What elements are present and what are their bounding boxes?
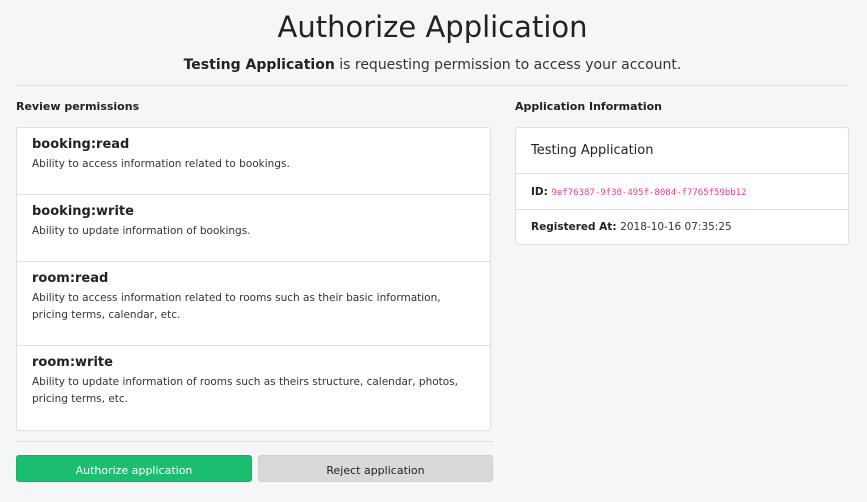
registered-at-label: Registered At:: [531, 221, 621, 233]
authorize-button[interactable]: Authorize application: [16, 455, 252, 482]
reject-button[interactable]: Reject application: [258, 455, 493, 482]
header-divider: [16, 85, 849, 86]
requesting-app-name: Testing Application: [183, 57, 335, 73]
permission-name: booking:read: [32, 137, 130, 152]
permission-description: Ability to update information of booking…: [32, 225, 251, 237]
permission-item-booking-read: booking:read Ability to access informati…: [17, 128, 490, 195]
permissions-list: booking:read Ability to access informati…: [16, 127, 491, 431]
permission-description: Ability to access information related to…: [32, 292, 441, 321]
permission-description: Ability to access information related to…: [32, 158, 290, 170]
permission-name: room:read: [32, 271, 109, 286]
actions-divider: [16, 441, 493, 442]
registered-at-value: 2018-10-16 07:35:25: [620, 221, 732, 233]
permission-description: Ability to update information of rooms s…: [32, 376, 459, 405]
app-id-value: 9ef76387-9f30-495f-8084-f7765f59bb12: [551, 188, 747, 198]
request-subtitle: Testing Application is requesting permis…: [16, 57, 849, 73]
permission-name: booking:write: [32, 204, 134, 219]
permission-item-booking-write: booking:write Ability to update informat…: [17, 195, 490, 262]
permissions-heading: Review permissions: [16, 100, 140, 113]
app-info-name: Testing Application: [516, 128, 848, 174]
page-title: Authorize Application: [277, 10, 588, 44]
app-info-id-row: ID: 9ef76387-9f30-495f-8084-f7765f59bb12: [516, 174, 848, 210]
permission-item-room-write: room:write Ability to update information…: [17, 346, 490, 430]
app-info-card: Testing Application ID: 9ef76387-9f30-49…: [515, 127, 849, 245]
app-id-label: ID:: [531, 186, 552, 198]
app-info-registered-row: Registered At: 2018-10-16 07:35:25: [516, 210, 848, 244]
permission-name: room:write: [32, 355, 113, 370]
app-info-heading: Application Information: [515, 100, 662, 113]
request-text: is requesting permission to access your …: [334, 57, 682, 73]
permission-item-room-read: room:read Ability to access information …: [17, 262, 490, 346]
